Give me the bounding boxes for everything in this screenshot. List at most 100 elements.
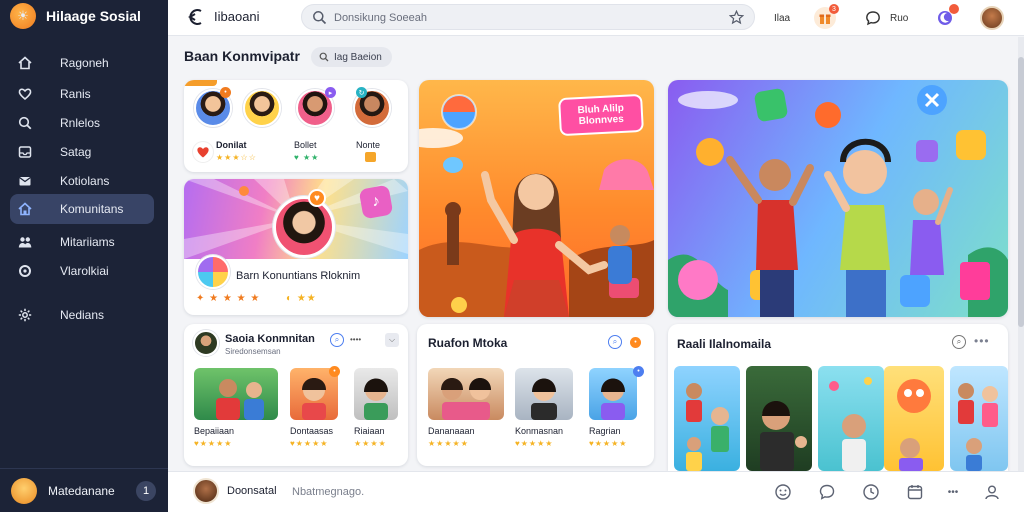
sidebar-item-komunitans[interactable]: Komunitans: [10, 194, 154, 224]
friends-card[interactable]: • ▸ ↻ Donilat ★★★☆☆ Bollet ♥ ★★ Nonte: [184, 80, 408, 172]
sidebar-item-label: Kotiolans: [60, 174, 110, 188]
scrollbar[interactable]: [1018, 37, 1024, 471]
group-title: Saoia Konmnitan: [225, 333, 315, 345]
badge: •: [630, 337, 641, 348]
live-badge: •: [220, 87, 231, 98]
group-illustration: [668, 85, 1008, 317]
sidebar-item-label: Vlarolkiai: [60, 264, 109, 278]
topbar: Iibaoani Ilaa 3 Ruo: [168, 0, 1024, 36]
community-logo[interactable]: [196, 255, 230, 289]
community-card[interactable]: ♥ ♪ Barn Konuntians Rloknim ✦ ★ ★ ★ ★ ◐ …: [184, 179, 408, 315]
friend-name: Nonte: [356, 140, 381, 150]
top-text-1[interactable]: Ilaa: [774, 13, 790, 24]
notification-badge: 3: [829, 4, 839, 14]
recommend-card[interactable]: Raali Ilalnomaila ⌕ •••: [668, 324, 1008, 471]
sidebar-item-rnlelos[interactable]: Rnlelos: [10, 108, 154, 138]
search-icon[interactable]: ⌕: [330, 333, 344, 347]
community-illustration[interactable]: [668, 80, 1008, 317]
popular-card[interactable]: Ruafon Mtoka ⌕ • • Dananaaan ★★★★★ Konma…: [417, 324, 654, 466]
brand[interactable]: ☀ Hilaage Sosial: [10, 3, 141, 29]
profile-avatar[interactable]: [980, 6, 1004, 30]
sidebar-item-label: Ragoneh: [60, 56, 109, 70]
reaction-icons: ✦ ★ ★ ★ ★: [196, 293, 261, 304]
profile-wrap: [980, 0, 1004, 36]
message-input[interactable]: [292, 482, 552, 502]
gift-wrap: 3: [814, 0, 839, 36]
avatar[interactable]: [193, 478, 219, 504]
member-photo[interactable]: [354, 368, 398, 420]
sidebar-item-kotiolans[interactable]: Kotiolans: [10, 166, 154, 196]
status-wrap: [934, 0, 959, 36]
search-input[interactable]: [334, 9, 714, 26]
rating-stars: ★★★★: [354, 439, 387, 448]
status-dot: [949, 4, 959, 14]
hero-kid: [608, 225, 632, 284]
group-avatar[interactable]: [193, 330, 219, 356]
recommend-photo[interactable]: [746, 366, 812, 471]
badge: •: [633, 366, 644, 377]
search-icon[interactable]: ⌕: [608, 335, 622, 349]
more-icon[interactable]: •••: [943, 482, 963, 502]
featured-avatar[interactable]: [273, 196, 335, 258]
back-arrow-icon[interactable]: [186, 7, 206, 27]
bottom-bar: Doonsatal •••: [168, 471, 1024, 512]
group-card[interactable]: Saoia Konmnitan Siredonsemsan ⌕ •••• ⌵ •…: [184, 324, 408, 466]
chat-icon[interactable]: [817, 482, 837, 502]
search-icon: [312, 10, 327, 25]
search-bar: [301, 4, 755, 30]
rating-stars: ♥★★★★: [194, 439, 233, 448]
home-icon: [17, 55, 33, 71]
recommend-photo[interactable]: [950, 366, 1008, 471]
popular-name: Ragrian: [589, 426, 621, 436]
search-icon: [17, 115, 33, 131]
search-icon[interactable]: ⌕: [952, 335, 966, 349]
more-icon[interactable]: •••: [974, 334, 990, 348]
gift-icon[interactable]: 3: [814, 4, 839, 29]
sidebar-item-label: Ranis: [60, 87, 91, 101]
sidebar-item-ranis[interactable]: Ranis: [10, 79, 154, 109]
sidebar-item-ragoneh[interactable]: Ragoneh: [10, 48, 154, 78]
bubble-line-2: Blonnves: [578, 113, 625, 128]
emoji-icon[interactable]: [773, 482, 793, 502]
popular-photo[interactable]: [589, 368, 637, 420]
sidebar-item-mitariiams[interactable]: Mitariiams: [10, 227, 154, 257]
member-name: Dontaasas: [290, 426, 334, 436]
friend-name: Donilat: [216, 140, 247, 150]
member-name: Bepaiiaan: [194, 426, 235, 436]
page-title: Iibaoani: [214, 9, 260, 24]
calendar-icon[interactable]: [905, 482, 925, 502]
community-name: Barn Konuntians Rloknim: [236, 270, 361, 282]
group-subtitle: Siredonsemsan: [225, 347, 281, 356]
recommend-photo[interactable]: [818, 366, 884, 471]
sidebar-item-vlarolkiai[interactable]: Vlarolkiai: [10, 256, 154, 286]
sun-logo-icon: ☀: [10, 3, 36, 29]
top-actions: Ilaa: [774, 0, 790, 36]
avatar[interactable]: [243, 89, 281, 127]
app-title: Hilaage Sosial: [46, 8, 141, 24]
profile-icon[interactable]: [982, 482, 1002, 502]
moon-icon[interactable]: [934, 4, 959, 29]
popular-photo[interactable]: [515, 368, 573, 420]
hero-banner[interactable]: Bluh Alilp Blonnves: [419, 80, 654, 317]
sidebar-item-nedians[interactable]: Nedians: [10, 300, 154, 330]
sidebar-user[interactable]: Matedanane 1: [0, 468, 168, 512]
chat-icon[interactable]: [862, 7, 884, 29]
friend-name: Bollet: [294, 140, 317, 150]
recommend-photo[interactable]: [674, 366, 740, 471]
options-icon[interactable]: ⌵: [385, 333, 399, 347]
main-content: Baan Konmvipatr Iag Baeion • ▸ ↻ Donilat…: [168, 37, 1018, 471]
sidebar-item-satag[interactable]: Satag: [10, 137, 154, 167]
sidebar-item-label: Rnlelos: [60, 116, 101, 130]
recommend-photo[interactable]: [884, 366, 944, 471]
scroll-thumb[interactable]: [1018, 57, 1024, 327]
star-icon[interactable]: [728, 9, 745, 25]
member-photo[interactable]: [194, 368, 278, 420]
community-icon: [17, 201, 33, 217]
filter-chip[interactable]: Iag Baeion: [311, 47, 392, 67]
tag-icon: [319, 52, 329, 62]
popular-photo[interactable]: [428, 368, 504, 420]
clock-icon[interactable]: [861, 482, 881, 502]
top-text-2[interactable]: Ruo: [890, 13, 908, 24]
member-name: Riaiaan: [354, 426, 385, 436]
inbox-icon: [17, 144, 33, 160]
